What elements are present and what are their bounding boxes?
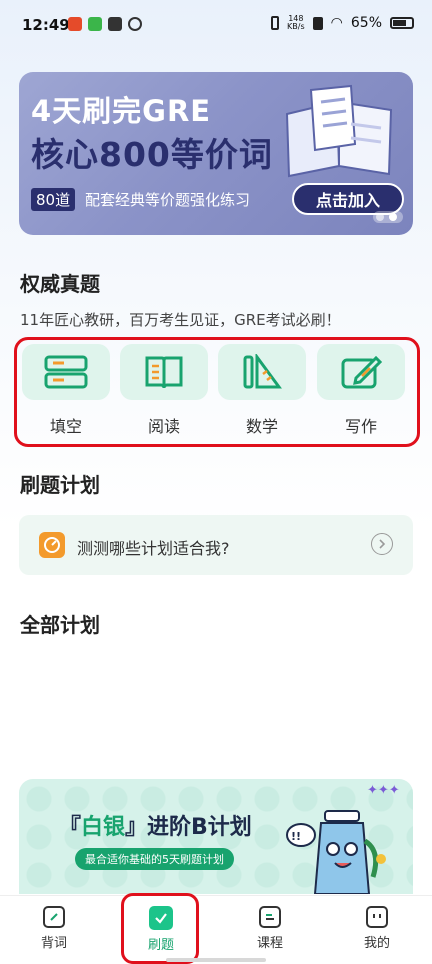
reading-book-icon [120,344,208,400]
plan-quiz-card[interactable]: 测测哪些计划适合我? [19,515,413,575]
wifi-icon: ◠ [330,15,343,31]
mascot-illustration: !! [286,810,386,894]
net-speed: 148 KB/s [287,15,305,31]
course-icon [259,906,281,928]
promo-banner[interactable]: 4天刷完GRE 核心800等价词 80道 配套经典等价题强化练习 点击加入 [19,72,413,235]
bottom-nav: 背词 刷题 课程 我的 [0,895,432,964]
sim-icon [312,16,323,30]
practice-label: 写作 [344,417,377,436]
nav-label: 课程 [256,936,283,951]
target-icon [39,532,65,558]
banner-line2: 核心800等价词 [31,135,273,174]
practice-item-reading[interactable]: 阅读 [120,344,208,437]
promo-title: 『白银』进阶B计划 [59,809,252,841]
profile-icon [366,906,388,928]
banner-line1: 4天刷完GRE [31,94,212,128]
banner-subtitle: 配套经典等价题强化练习 [85,191,251,209]
practice-item-math[interactable]: 数学 [218,344,306,437]
status-right: 148 KB/s ◠ 65% [271,15,414,31]
vocab-icon [43,906,65,928]
nav-label: 我的 [363,936,390,951]
carousel-indicator [373,211,403,223]
nav-active-highlight [121,893,199,964]
nav-vocab[interactable]: 背词 [19,906,89,951]
sparkle-icon: ✦✦✦ [367,783,400,798]
practice-label: 填空 [49,417,82,436]
app-notification-icon [88,17,102,31]
chevron-right-icon [371,533,393,555]
notification-icons [68,17,142,31]
practice-label: 数学 [245,417,278,436]
status-bar: 12:49 148 KB/s ◠ 65% [0,0,432,50]
app-notification-icon [68,17,82,31]
practice-item-fill-blank[interactable]: 填空 [22,344,110,437]
fill-blank-icon [22,344,110,400]
authority-title: 权威真题 [20,272,100,296]
promo-title-left: 『 [59,815,82,840]
app-notification-icon [128,17,142,31]
promo-subtitle: 最合适你基础的5天刷题计划 [75,848,234,870]
math-ruler-icon [218,344,306,400]
vibrate-icon [271,16,280,30]
promo-title-right: 』进阶B计划 [125,815,252,840]
practice-label: 阅读 [147,417,180,436]
nav-course[interactable]: 课程 [235,906,305,951]
svg-text:!!: !! [291,830,301,843]
banner-tag: 80道 [31,188,76,211]
all-plans-title: 全部计划 [20,613,100,637]
home-indicator[interactable] [166,958,266,962]
status-time: 12:49 [22,16,70,34]
battery-icon [390,17,414,29]
writing-pencil-icon [317,344,405,400]
plan-title: 刷题计划 [20,473,100,497]
authority-desc: 11年匠心教研，百万考生见证，GRE考试必刷！ [20,311,341,329]
open-book-icon [285,84,393,178]
promo-title-highlight: 白银 [81,815,126,840]
battery-percent: 65% [350,15,382,31]
plan-card-text: 测测哪些计划适合我? [77,539,230,558]
plan-promo-banner[interactable]: 『白银』进阶B计划 最合适你基础的5天刷题计划 ✦✦✦ !! [19,779,413,894]
nav-profile[interactable]: 我的 [342,906,412,951]
nav-label: 背词 [40,936,67,951]
practice-item-writing[interactable]: 写作 [317,344,405,437]
net-speed-unit: KB/s [287,22,305,31]
app-notification-icon [108,17,122,31]
